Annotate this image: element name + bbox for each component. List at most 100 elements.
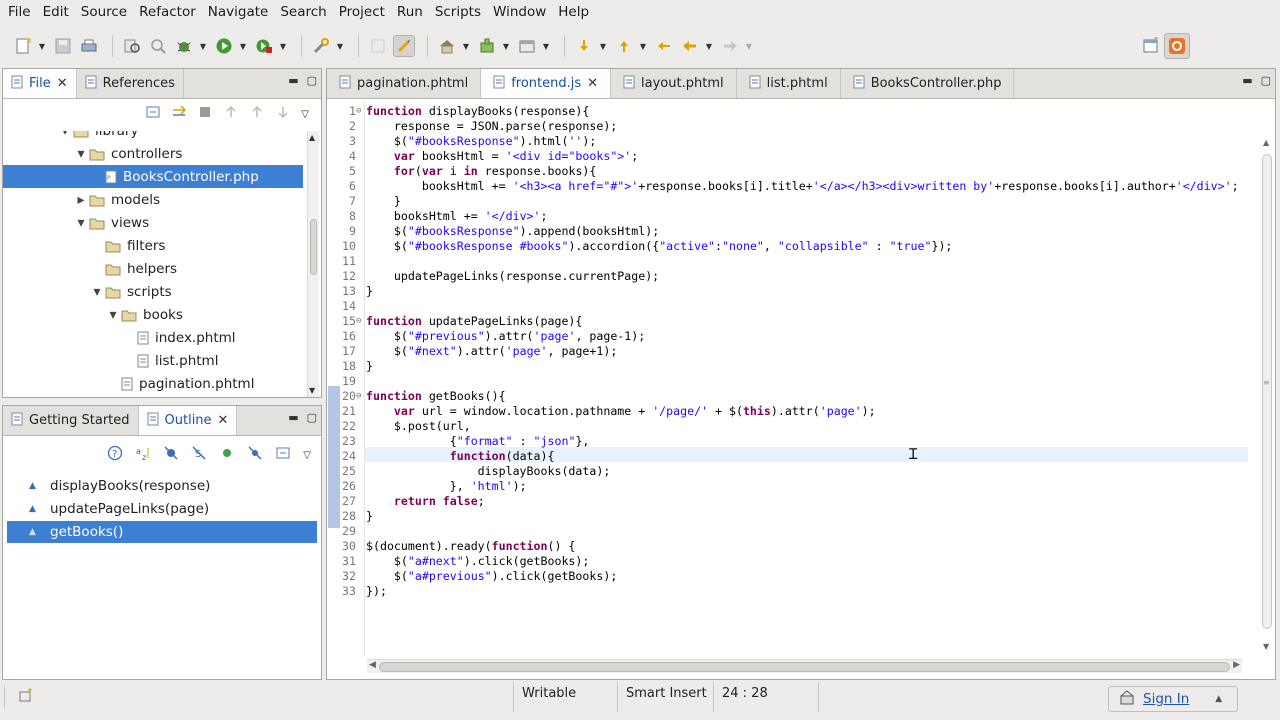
editor-vertical-scroll-thumb[interactable] [1262,154,1272,629]
new-icon[interactable] [12,35,34,57]
tab-frontend-js[interactable]: frontend.js ✕ [481,69,612,98]
maximize-icon[interactable]: ▢ [307,74,317,87]
search-icon[interactable] [147,35,169,57]
menu-edit[interactable]: Edit [37,0,75,25]
expand-arrow-icon[interactable]: ▾ [105,307,121,323]
fold-icon[interactable]: ⊖ [356,391,361,401]
next-annotation-dropdown-icon[interactable]: ▼ [599,35,607,57]
maximize-icon[interactable]: ▢ [1261,74,1271,87]
collapse-arrow-icon[interactable]: ▸ [73,192,89,208]
tab-file[interactable]: File ✕ [3,69,77,98]
forward-icon[interactable] [719,35,741,57]
minimize-icon[interactable]: ▬ [1242,74,1252,87]
run-icon[interactable] [213,35,235,57]
tree-item[interactable]: P BooksController.php [3,165,303,188]
scroll-up-icon[interactable]: ▲ [1263,138,1269,147]
tree-item[interactable]: ▸ models [3,188,303,211]
forward-dropdown-icon[interactable]: ▼ [745,35,753,57]
home-dropdown-icon[interactable]: ▼ [462,35,470,57]
mark-occurrences-icon[interactable] [393,35,415,57]
save-icon[interactable] [52,35,74,57]
close-icon[interactable]: ✕ [587,76,598,91]
expand-arrow-icon[interactable]: ▾ [73,146,89,162]
tree-item[interactable]: pagination.phtml [3,372,303,395]
menu-run[interactable]: Run [391,0,429,25]
menu-project[interactable]: Project [333,0,391,25]
view-menu-icon[interactable]: ▽ [303,450,311,461]
menu-source[interactable]: Source [75,0,133,25]
menu-window[interactable]: Window [487,0,552,25]
previous-annotation-icon[interactable] [613,35,635,57]
sign-in-button[interactable]: Sign In ▲ [1108,686,1238,712]
outline-item[interactable]: ▲ displayBooks(response) [7,475,317,497]
public-members-icon[interactable] [219,445,235,465]
sign-in-link[interactable]: Sign In [1143,691,1189,707]
tree-item[interactable]: list.phtml [3,349,303,372]
tab-pagination-phtml[interactable]: pagination.phtml [327,69,482,98]
maximize-icon[interactable]: ▢ [307,411,317,424]
hide-fields-icon[interactable] [163,445,179,465]
tab-list-phtml[interactable]: list.phtml [737,69,841,98]
scroll-up-icon[interactable]: ▲ [309,133,315,142]
hide-nonpublic-icon[interactable] [247,445,263,465]
wrench-dropdown-icon[interactable]: ▼ [336,35,344,57]
up-icon[interactable] [249,104,265,124]
open-perspective-icon[interactable] [1140,35,1162,57]
close-icon[interactable]: ✕ [218,413,229,428]
tab-bookscontroller-php[interactable]: BooksController.php [841,69,1015,98]
home-icon[interactable] [436,35,458,57]
tab-layout-phtml[interactable]: layout.phtml [611,69,737,98]
collapse-all-icon[interactable] [145,104,161,124]
tree-item[interactable]: filters [3,234,303,257]
open-type-icon[interactable] [121,35,143,57]
outline-item[interactable]: ▲ getBooks() [7,521,317,543]
debug-icon[interactable] [173,35,195,57]
tree-item[interactable]: ▾ views [3,211,303,234]
plugin-dropdown-icon[interactable]: ▼ [502,35,510,57]
menu-navigate[interactable]: Navigate [202,0,275,25]
stop-icon[interactable] [197,104,213,124]
tree-item[interactable]: ▾ scripts [3,280,303,303]
last-edit-icon[interactable] [653,35,675,57]
file-tree-scrollbar[interactable]: ▲ ▼ [307,131,319,397]
fast-view-icon[interactable] [18,688,34,708]
tab-references[interactable]: References [77,69,184,98]
scroll-down-icon[interactable]: ▼ [1263,642,1269,651]
outline-item[interactable]: ▲ updatePageLinks(page) [7,498,317,520]
minimize-icon[interactable]: ▬ [288,411,298,424]
close-icon[interactable]: ✕ [57,76,68,91]
minimize-icon[interactable]: ▬ [288,74,298,87]
hide-static-icon[interactable]: S [191,445,207,465]
tree-item[interactable]: ▾ library [3,131,303,142]
link-with-editor-icon[interactable] [171,104,187,124]
window-icon[interactable] [516,35,538,57]
new-dropdown-icon[interactable]: ▼ [38,35,46,57]
previous-annotation-dropdown-icon[interactable]: ▼ [639,35,647,57]
window-dropdown-icon[interactable]: ▼ [542,35,550,57]
expand-arrow-icon[interactable]: ▾ [57,131,73,139]
code-area[interactable]: 1 ⊖ 2 3 4 5 6 7 8 9 10 11 12 13 14 15 ⊖ 16 17 18 19 20 ⊖ 21 22 23… [328,102,1248,656]
next-annotation-icon[interactable] [573,35,595,57]
up-folder-icon[interactable] [223,104,239,124]
sort-icon[interactable]: az [135,445,151,465]
tab-getting-started[interactable]: Getting Started [3,406,139,435]
menu-scripts[interactable]: Scripts [429,0,487,25]
down-icon[interactable] [275,104,291,124]
fold-icon[interactable]: ⊖ [356,316,361,326]
print-icon[interactable] [78,35,100,57]
run-dropdown-icon[interactable]: ▼ [239,35,247,57]
debug-dropdown-icon[interactable]: ▼ [199,35,207,57]
wrench-icon[interactable] [310,35,332,57]
php-perspective-icon[interactable] [1164,33,1190,59]
view-menu-icon[interactable]: ▽ [301,109,309,120]
collapse-all-icon[interactable] [275,445,291,465]
horizontal-scroll-thumb[interactable] [379,662,1230,672]
toggle-block-icon[interactable] [367,35,389,57]
scroll-right-icon[interactable]: ▶ [1233,660,1240,670]
plugin-icon[interactable] [476,35,498,57]
expand-arrow-icon[interactable]: ▾ [73,215,89,231]
tree-item[interactable]: helpers [3,257,303,280]
fold-icon[interactable]: ⊖ [356,106,361,116]
expand-arrow-icon[interactable]: ▾ [89,284,105,300]
tree-item[interactable]: ▾ books [3,303,303,326]
